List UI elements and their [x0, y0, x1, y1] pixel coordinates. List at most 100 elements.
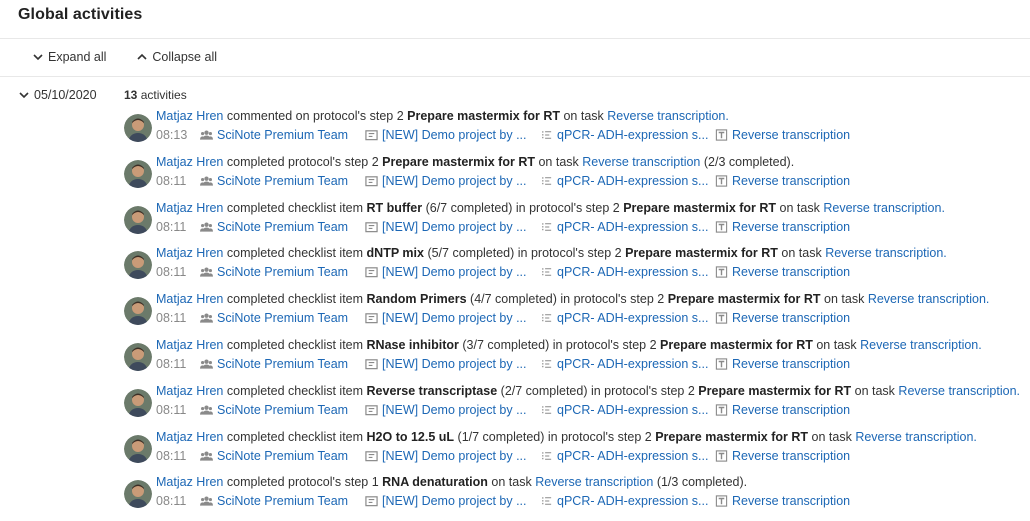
- experiment-icon: [542, 360, 552, 368]
- message-text-3: on task: [824, 292, 865, 307]
- task-icon: [715, 449, 728, 462]
- message-text-3: on task: [779, 200, 820, 215]
- user-avatar-icon: [124, 342, 152, 371]
- experiment-link[interactable]: qPCR- ADH-expression s...: [540, 357, 715, 371]
- user-link[interactable]: Matjaz Hren: [156, 292, 223, 306]
- project-link[interactable]: [NEW] Demo project by ...: [365, 220, 540, 234]
- user-link[interactable]: Matjaz Hren: [156, 384, 223, 398]
- user-link[interactable]: Matjaz Hren: [156, 201, 223, 215]
- team-name: SciNote Premium Team: [217, 448, 349, 463]
- task-meta-link[interactable]: Reverse transcription: [715, 403, 850, 417]
- experiment-link[interactable]: qPCR- ADH-expression s...: [540, 311, 715, 325]
- activity-message: Matjaz Hren completed checklist item H2O…: [156, 430, 977, 444]
- task-name: Reverse transcription: [732, 402, 851, 417]
- team-icon: [200, 176, 213, 186]
- task-link[interactable]: Reverse transcription: [582, 155, 700, 169]
- experiment-name: qPCR- ADH-expression s...: [557, 448, 709, 463]
- user-link[interactable]: Matjaz Hren: [156, 475, 223, 489]
- task-meta-link[interactable]: Reverse transcription: [715, 220, 850, 234]
- task-meta-link[interactable]: Reverse transcription: [715, 128, 850, 142]
- message-bold-2: Prepare mastermix for RT: [625, 246, 778, 261]
- team-link[interactable]: SciNote Premium Team: [200, 403, 365, 417]
- task-link[interactable]: Reverse transcription.: [898, 384, 1020, 398]
- task-link[interactable]: Reverse transcription: [535, 475, 653, 489]
- experiment-name: qPCR- ADH-expression s...: [557, 219, 709, 234]
- message-bold-2: Prepare mastermix for RT: [623, 200, 777, 215]
- activity-meta: 08:11 SciNote Premium Team [NEW] Demo pr…: [156, 494, 850, 508]
- task-meta-link[interactable]: Reverse transcription: [715, 449, 850, 463]
- team-link[interactable]: SciNote Premium Team: [200, 449, 365, 463]
- team-link[interactable]: SciNote Premium Team: [200, 128, 365, 142]
- task-link[interactable]: Reverse transcription.: [860, 338, 982, 352]
- activity-meta: 08:13 SciNote Premium Team [NEW] Demo pr…: [156, 128, 850, 142]
- task-link[interactable]: Reverse transcription.: [868, 292, 990, 306]
- expand-all-button[interactable]: Expand all: [32, 50, 106, 64]
- task-name: Reverse transcription: [732, 448, 851, 463]
- team-link[interactable]: SciNote Premium Team: [200, 220, 365, 234]
- message-text-2: (5/7 completed) in protocol's step 2: [427, 246, 622, 261]
- user-link[interactable]: Matjaz Hren: [156, 338, 223, 352]
- task-link[interactable]: Reverse transcription.: [855, 430, 977, 444]
- task-meta-link[interactable]: Reverse transcription: [715, 265, 850, 279]
- task-link[interactable]: Reverse transcription.: [825, 246, 947, 260]
- activity-message: Matjaz Hren completed checklist item RT …: [156, 201, 945, 215]
- task-meta-link[interactable]: Reverse transcription: [715, 357, 850, 371]
- project-link[interactable]: [NEW] Demo project by ...: [365, 449, 540, 463]
- message-bold-1: Prepare mastermix for RT: [407, 109, 560, 123]
- user-link[interactable]: Matjaz Hren: [156, 246, 223, 260]
- project-link[interactable]: [NEW] Demo project by ...: [365, 494, 540, 508]
- project-link[interactable]: [NEW] Demo project by ...: [365, 311, 540, 325]
- team-link[interactable]: SciNote Premium Team: [200, 174, 365, 188]
- team-link[interactable]: SciNote Premium Team: [200, 265, 365, 279]
- task-meta-link[interactable]: Reverse transcription: [715, 494, 850, 508]
- activity-item: Matjaz Hren completed protocol's step 2 …: [124, 155, 1024, 201]
- user-link[interactable]: Matjaz Hren: [156, 430, 223, 444]
- experiment-link[interactable]: qPCR- ADH-expression s...: [540, 174, 715, 188]
- message-text-2: (3/7 completed) in protocol's step 2: [462, 337, 657, 352]
- experiment-link[interactable]: qPCR- ADH-expression s...: [540, 128, 715, 142]
- experiment-icon: [542, 451, 552, 460]
- project-link[interactable]: [NEW] Demo project by ...: [365, 403, 540, 417]
- project-link[interactable]: [NEW] Demo project by ...: [365, 265, 540, 279]
- task-link[interactable]: Reverse transcription.: [823, 201, 945, 215]
- toolbar-divider: [0, 76, 1030, 77]
- team-name: SciNote Premium Team: [217, 402, 349, 417]
- experiment-link[interactable]: qPCR- ADH-expression s...: [540, 220, 715, 234]
- experiment-link[interactable]: qPCR- ADH-expression s...: [540, 403, 715, 417]
- team-name: SciNote Premium Team: [217, 128, 349, 142]
- user-avatar-icon: [124, 251, 152, 280]
- task-meta-link[interactable]: Reverse transcription: [715, 174, 850, 188]
- team-link[interactable]: SciNote Premium Team: [200, 357, 365, 371]
- project-name: [NEW] Demo project by ...: [382, 265, 527, 280]
- chevron-down-icon: [33, 54, 43, 61]
- user-link[interactable]: Matjaz Hren: [156, 155, 223, 169]
- experiment-link[interactable]: qPCR- ADH-expression s...: [540, 265, 715, 279]
- team-icon: [200, 130, 213, 140]
- message-text-3: on task: [854, 383, 895, 398]
- task-icon: [715, 312, 728, 324]
- message-text-2: (4/7 completed) in protocol's step 2: [470, 292, 665, 307]
- project-link[interactable]: [NEW] Demo project by ...: [365, 174, 540, 188]
- date-group-toggle[interactable]: 05/10/2020: [18, 88, 97, 102]
- task-name: Reverse transcription: [732, 219, 851, 234]
- collapse-all-button[interactable]: Collapse all: [136, 50, 217, 64]
- message-tail: (2/3 completed).: [703, 154, 795, 169]
- team-icon: [200, 359, 213, 369]
- message-text: completed checklist item: [226, 337, 364, 352]
- task-link[interactable]: Reverse transcription.: [607, 109, 729, 123]
- activity-count-number: 13: [124, 88, 138, 102]
- activity-time: 08:11: [156, 173, 187, 188]
- message-bold-1: Reverse transcriptase: [366, 383, 498, 398]
- experiment-icon: [542, 314, 552, 322]
- task-meta-link[interactable]: Reverse transcription: [715, 311, 850, 325]
- experiment-icon: [542, 222, 552, 231]
- project-link[interactable]: [NEW] Demo project by ...: [365, 357, 540, 371]
- user-link[interactable]: Matjaz Hren: [156, 109, 223, 123]
- message-text: commented on protocol's step 2: [226, 109, 404, 123]
- team-link[interactable]: SciNote Premium Team: [200, 311, 365, 325]
- experiment-link[interactable]: qPCR- ADH-expression s...: [540, 494, 715, 508]
- experiment-link[interactable]: qPCR- ADH-expression s...: [540, 449, 715, 463]
- project-icon: [365, 450, 378, 461]
- team-link[interactable]: SciNote Premium Team: [200, 494, 365, 508]
- project-link[interactable]: [NEW] Demo project by ...: [365, 128, 540, 142]
